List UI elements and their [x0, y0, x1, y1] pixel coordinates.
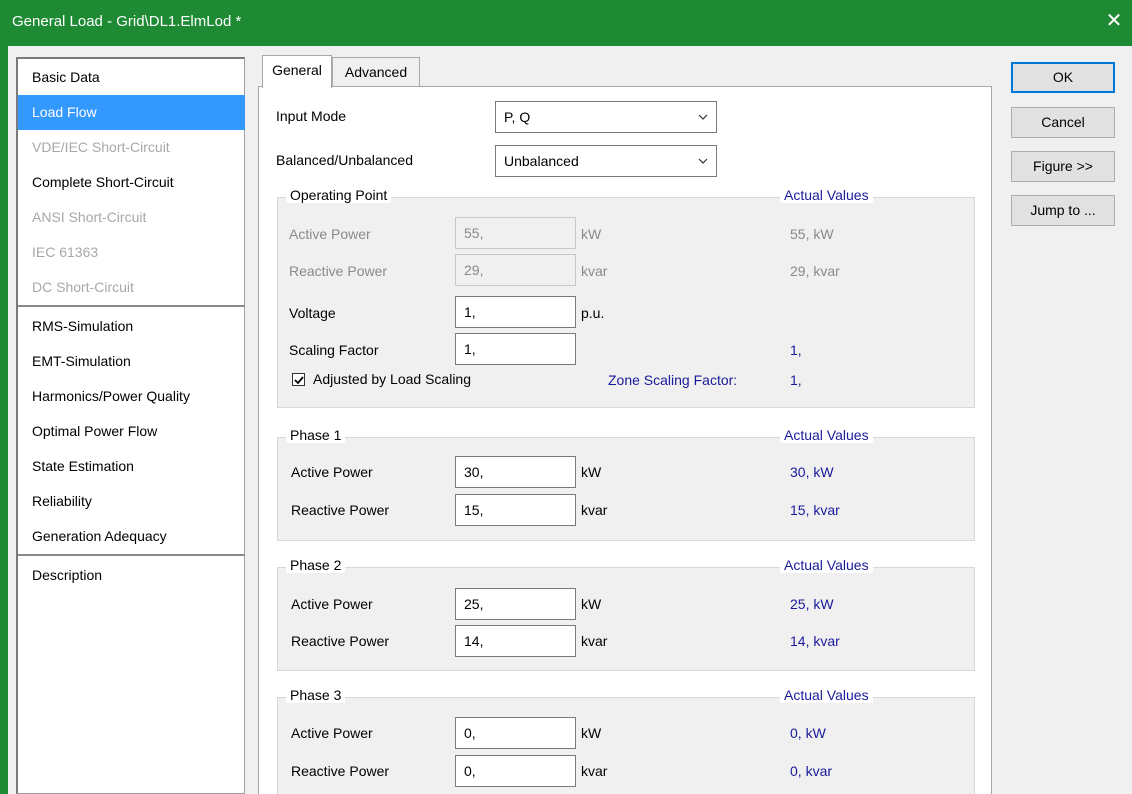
phase-3-group: Phase 3 Actual Values Active Power 0, kW… — [277, 687, 975, 794]
ok-button[interactable]: OK — [1011, 62, 1115, 93]
tab-advanced[interactable]: Advanced — [332, 57, 420, 87]
phase-2-active-power-actual: 25, kW — [790, 596, 834, 612]
sidebar-item-rms-simulation[interactable]: RMS-Simulation — [18, 309, 245, 344]
actual-values-header: Actual Values — [780, 687, 873, 703]
phase-1-title: Phase 1 — [286, 427, 346, 443]
active-power-label: Active Power — [291, 725, 373, 741]
chevron-down-icon — [698, 114, 708, 120]
voltage-unit: p.u. — [581, 305, 605, 321]
active-power-unit: kW — [581, 226, 602, 242]
input-mode-select[interactable]: P, Q — [495, 101, 717, 133]
close-icon[interactable]: ✕ — [1102, 9, 1126, 33]
sidebar-item-optimal-power-flow[interactable]: Optimal Power Flow — [18, 414, 245, 449]
active-power-field: 55, — [455, 217, 576, 249]
sidebar: Basic Data Load Flow VDE/IEC Short-Circu… — [16, 57, 245, 794]
balanced-select[interactable]: Unbalanced — [495, 145, 717, 177]
phase-1-reactive-power-field[interactable]: 15, — [455, 494, 576, 526]
reactive-power-label: Reactive Power — [291, 763, 390, 779]
reactive-power-unit: kvar — [581, 502, 608, 518]
input-mode-value: P, Q — [504, 109, 531, 125]
phase-3-reactive-power-field[interactable]: 0, — [455, 755, 576, 787]
sidebar-item-harmonics-power-quality[interactable]: Harmonics/Power Quality — [18, 379, 245, 414]
sidebar-item-vde-iec-short-circuit: VDE/IEC Short-Circuit — [32, 139, 170, 155]
phase-2-reactive-power-actual: 14, kvar — [790, 633, 840, 649]
reactive-power-label: Reactive Power — [291, 633, 390, 649]
sidebar-item-reliability[interactable]: Reliability — [18, 484, 245, 519]
sidebar-item-load-flow[interactable]: Load Flow — [18, 95, 245, 130]
sidebar-separator — [18, 305, 245, 307]
sidebar-item-dc-short-circuit: DC Short-Circuit — [32, 279, 134, 295]
jump-to-button[interactable]: Jump to ... — [1011, 195, 1115, 226]
active-power-unit: kW — [581, 464, 602, 480]
sidebar-item-emt-simulation[interactable]: EMT-Simulation — [18, 344, 245, 379]
active-power-unit: kW — [581, 725, 602, 741]
phase-3-active-power-actual: 0, kW — [790, 725, 826, 741]
phase-1-active-power-field[interactable]: 30, — [455, 456, 576, 488]
actual-values-header: Actual Values — [780, 187, 873, 203]
adjusted-by-load-scaling-label: Adjusted by Load Scaling — [313, 371, 471, 387]
window-title: General Load - Grid\DL1.ElmLod * — [12, 13, 242, 30]
voltage-label: Voltage — [289, 305, 336, 321]
actual-values-header: Actual Values — [780, 427, 873, 443]
phase-2-active-power-field[interactable]: 25, — [455, 588, 576, 620]
scaling-factor-actual: 1, — [790, 342, 802, 358]
scaling-factor-label: Scaling Factor — [289, 342, 379, 358]
operating-point-group: Operating Point Actual Values Active Pow… — [277, 187, 975, 408]
sidebar-item-ansi-short-circuit: ANSI Short-Circuit — [32, 209, 147, 225]
phase-2-reactive-power-field[interactable]: 14, — [455, 625, 576, 657]
title-bar: General Load - Grid\DL1.ElmLod * ✕ — [0, 0, 1132, 46]
check-icon — [294, 376, 304, 385]
active-power-label: Active Power — [289, 226, 371, 242]
tab-general[interactable]: General — [262, 55, 332, 88]
sidebar-item-generation-adequacy[interactable]: Generation Adequacy — [18, 519, 245, 554]
window-border — [0, 46, 8, 794]
phase-3-active-power-field[interactable]: 0, — [455, 717, 576, 749]
sidebar-item-complete-short-circuit[interactable]: Complete Short-Circuit — [18, 165, 245, 200]
phase-1-group: Phase 1 Actual Values Active Power 30, k… — [277, 427, 975, 541]
adjusted-by-load-scaling-checkbox[interactable] — [292, 373, 305, 386]
active-power-label: Active Power — [291, 464, 373, 480]
cancel-button[interactable]: Cancel — [1011, 107, 1115, 138]
sidebar-item-basic-data[interactable]: Basic Data — [18, 60, 245, 95]
phase-1-active-power-actual: 30, kW — [790, 464, 834, 480]
actual-values-header: Actual Values — [780, 557, 873, 573]
phase-2-title: Phase 2 — [286, 557, 346, 573]
reactive-power-unit: kvar — [581, 763, 608, 779]
sidebar-item-description[interactable]: Description — [18, 558, 245, 593]
operating-point-title: Operating Point — [286, 187, 392, 203]
scaling-factor-field[interactable]: 1, — [455, 333, 576, 365]
sidebar-item-iec-61363: IEC 61363 — [32, 244, 99, 260]
reactive-power-label: Reactive Power — [289, 263, 388, 279]
zone-scaling-factor-value: 1, — [790, 372, 802, 388]
zone-scaling-factor-label: Zone Scaling Factor: — [608, 372, 738, 388]
balanced-value: Unbalanced — [504, 153, 579, 169]
reactive-power-field: 29, — [455, 254, 576, 286]
chevron-down-icon — [698, 158, 708, 164]
voltage-field[interactable]: 1, — [455, 296, 576, 328]
sidebar-separator — [18, 554, 245, 556]
sidebar-item-state-estimation[interactable]: State Estimation — [18, 449, 245, 484]
figure-button[interactable]: Figure >> — [1011, 151, 1115, 182]
active-power-unit: kW — [581, 596, 602, 612]
active-power-actual: 55, kW — [790, 226, 834, 242]
phase-1-reactive-power-actual: 15, kvar — [790, 502, 840, 518]
general-panel: Input Mode P, Q Balanced/Unbalanced Unba… — [258, 86, 992, 794]
reactive-power-unit: kvar — [581, 263, 608, 279]
reactive-power-actual: 29, kvar — [790, 263, 840, 279]
phase-2-group: Phase 2 Actual Values Active Power 25, k… — [277, 557, 975, 671]
active-power-label: Active Power — [291, 596, 373, 612]
reactive-power-unit: kvar — [581, 633, 608, 649]
balanced-label: Balanced/Unbalanced — [276, 152, 413, 168]
input-mode-label: Input Mode — [276, 108, 347, 124]
phase-3-reactive-power-actual: 0, kvar — [790, 763, 833, 779]
reactive-power-label: Reactive Power — [291, 502, 390, 518]
phase-3-title: Phase 3 — [286, 687, 346, 703]
